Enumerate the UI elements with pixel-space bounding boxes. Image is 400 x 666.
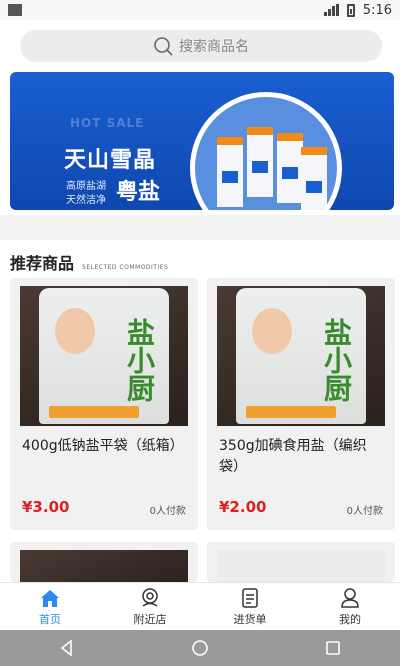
tab-label: 首页 (39, 612, 61, 626)
list-icon (242, 587, 258, 608)
product-price: ¥2.00 (219, 498, 267, 516)
banner-brand: 粤盐 (116, 180, 161, 205)
recents-icon[interactable] (324, 639, 342, 657)
recommended-section: 推荐商品 SELECTED COMMODITIES 盐小厨 400g低钠盐平袋（… (0, 240, 400, 582)
user-icon (341, 587, 359, 608)
banner-line-1: 高原盐湖 (66, 181, 106, 192)
tab-home[interactable]: 首页 (0, 583, 100, 630)
bottom-tab-bar: 首页 附近店 进货单 我的 (0, 582, 400, 630)
product-image (217, 550, 385, 582)
status-time: 5:16 (362, 2, 392, 18)
promo-banner[interactable]: HOT SALE 天山雪晶 高原盐湖 天然洁净 粤盐 (10, 72, 394, 210)
product-sold-count: 0人付款 (346, 506, 383, 517)
battery-icon (346, 3, 355, 17)
location-icon (142, 587, 158, 607)
banner-section: HOT SALE 天山雪晶 高原盐湖 天然洁净 粤盐 (0, 70, 400, 215)
status-bar: 5:16 (0, 0, 400, 20)
product-card[interactable]: 盐小厨 400g低钠盐平袋（纸箱） ¥3.00 0人付款 (10, 278, 198, 530)
tab-purchase-list[interactable]: 进货单 (200, 583, 300, 630)
home-circle-icon[interactable] (191, 639, 209, 657)
product-image: 盐小厨 (217, 286, 385, 426)
tab-mine[interactable]: 我的 (300, 583, 400, 630)
product-card[interactable] (207, 542, 395, 582)
banner-line-2: 天然洁净 (66, 195, 106, 206)
home-icon (41, 589, 59, 607)
product-price: ¥3.00 (22, 498, 70, 516)
section-subtitle: SELECTED COMMODITIES (82, 264, 169, 271)
tab-label: 附近店 (133, 612, 167, 626)
tab-nearby[interactable]: 附近店 (100, 583, 200, 630)
product-name: 350g加碘食用盐（编织袋） (219, 438, 367, 475)
banner-product-image (190, 92, 342, 210)
search-placeholder: 搜索商品名 (179, 39, 249, 55)
product-name: 400g低钠盐平袋（纸箱） (22, 438, 184, 454)
product-card[interactable] (10, 542, 198, 582)
banner-hot-label: HOT SALE (70, 116, 145, 130)
section-title: 推荐商品 (10, 254, 75, 273)
notification-icon (8, 4, 22, 16)
tab-label: 进货单 (233, 612, 267, 626)
tab-label: 我的 (339, 612, 361, 626)
product-sold-count: 0人付款 (149, 506, 186, 517)
search-icon (154, 37, 173, 56)
signal-icon (323, 4, 339, 16)
section-header: 推荐商品 SELECTED COMMODITIES (10, 250, 168, 274)
product-image: 盐小厨 (20, 286, 188, 426)
back-icon[interactable] (58, 639, 76, 657)
search-input[interactable]: 搜索商品名 (20, 30, 382, 62)
system-nav-bar (0, 630, 400, 666)
search-bar: 搜索商品名 (0, 20, 400, 70)
product-card[interactable]: 盐小厨 350g加碘食用盐（编织袋） ¥2.00 0人付款 (207, 278, 395, 530)
product-image (20, 550, 188, 582)
banner-title: 天山雪晶 (64, 148, 157, 173)
